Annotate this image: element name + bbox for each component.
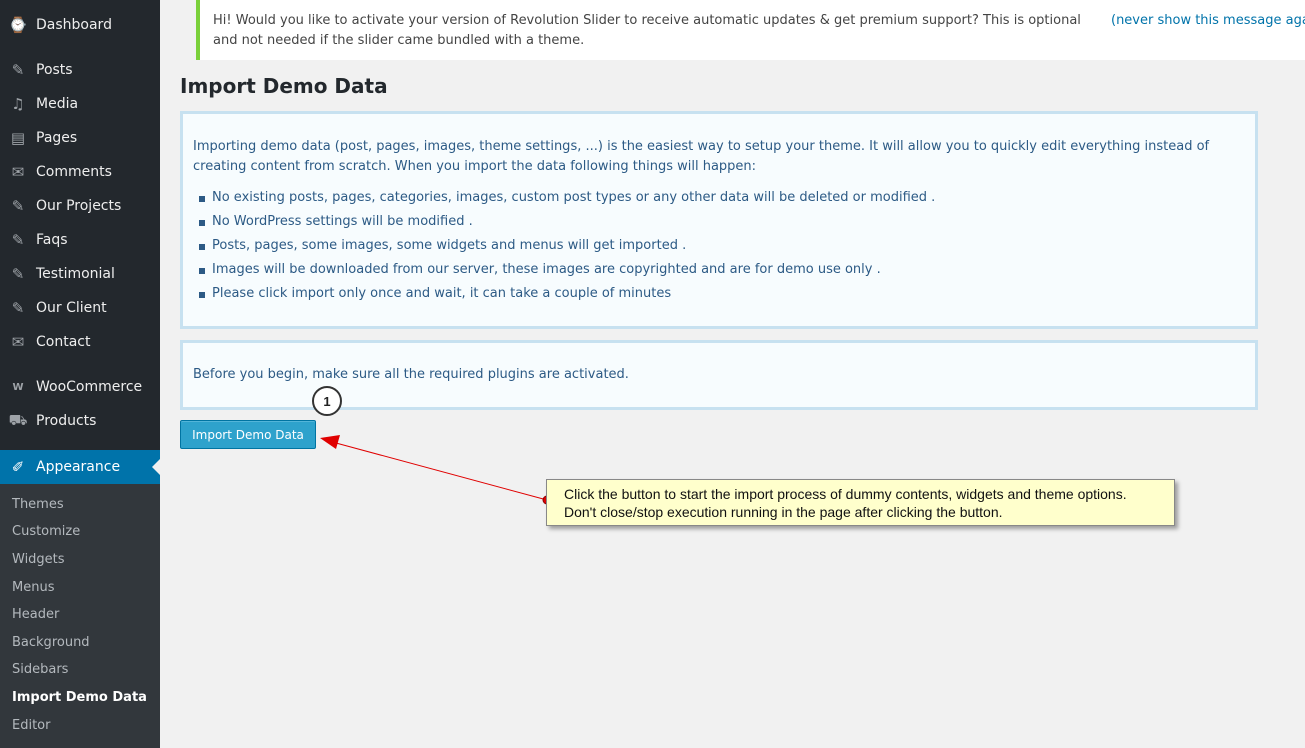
submenu-item-import-demo-data[interactable]: Import Demo Data	[12, 690, 147, 705]
menu-item-appearance[interactable]: ✐ Appearance	[0, 450, 160, 484]
menu-label: Dashboard	[36, 17, 112, 33]
menu-label: Our Client	[36, 300, 107, 316]
callout-line: Don't close/stop execution running in th…	[564, 504, 1003, 520]
menu-label: Posts	[36, 62, 73, 78]
slider-activation-notice: Hi! Would you like to activate your vers…	[196, 0, 1305, 60]
pin-icon: ✎	[11, 299, 25, 317]
submenu-item-menus[interactable]: Menus	[12, 580, 54, 595]
pin-icon: ✎	[11, 197, 25, 215]
menu-item-dashboard[interactable]: ⌚ Dashboard	[0, 8, 160, 42]
pin-icon: ✎	[11, 265, 25, 283]
step-number-marker: 1	[312, 386, 342, 416]
menu-label: Pages	[36, 130, 78, 146]
submenu-item-customize[interactable]: Customize	[12, 524, 80, 539]
info-box: Importing demo data (post, pages, images…	[180, 111, 1258, 329]
menu-item-comments[interactable]: ✉ Comments	[0, 155, 160, 189]
submenu-item-widgets[interactable]: Widgets	[12, 552, 65, 567]
submenu-item-background[interactable]: Background	[12, 635, 90, 650]
submenu-item-editor[interactable]: Editor	[12, 718, 50, 733]
woocommerce-icon: W	[12, 381, 24, 393]
list-item: No existing posts, pages, categories, im…	[198, 190, 936, 205]
page-title: Import Demo Data	[180, 74, 388, 98]
dashboard-icon: ⌚	[8, 16, 28, 34]
submenu-item-themes[interactable]: Themes	[12, 497, 64, 512]
pin-icon: ✎	[11, 61, 25, 79]
plugins-notice-text: Before you begin, make sure all the requ…	[193, 367, 629, 382]
menu-item-media[interactable]: ♫ Media	[0, 87, 160, 121]
menu-label: Products	[36, 413, 97, 429]
menu-item-pages[interactable]: ▤ Pages	[0, 121, 160, 155]
pages-icon: ▤	[10, 129, 26, 147]
cart-icon: ⛟	[8, 411, 28, 429]
menu-label: Faqs	[36, 232, 68, 248]
comment-icon: ✉	[11, 163, 25, 181]
intro-text: Importing demo data (post, pages, images…	[193, 139, 1210, 174]
menu-label: Our Projects	[36, 198, 122, 214]
menu-label: Appearance	[36, 459, 121, 475]
menu-label: Comments	[36, 164, 112, 180]
callout-line: Click the button to start the import pro…	[564, 486, 1127, 502]
list-item: No WordPress settings will be modified .	[199, 214, 473, 229]
menu-item-our-client[interactable]: ✎ Our Client	[0, 291, 160, 325]
submenu-item-sidebars[interactable]: Sidebars	[12, 662, 68, 677]
arrow-line	[335, 442, 548, 501]
list-item: Posts, pages, some images, some widgets …	[198, 238, 687, 253]
menu-item-our-projects[interactable]: ✎ Our Projects	[0, 189, 160, 223]
media-icon: ♫	[11, 95, 25, 113]
submenu-item-header[interactable]: Header	[12, 607, 59, 622]
annotation-callout: Click the button to start the import pro…	[546, 479, 1175, 526]
admin-sidebar: ⌚ Dashboard ✎ Posts ♫ Media ▤ Pages ✉ Co…	[0, 0, 160, 748]
pin-icon: ✎	[11, 231, 25, 249]
menu-item-faqs[interactable]: ✎ Faqs	[0, 223, 160, 257]
appearance-submenu: Themes Customize Widgets Menus Header Ba…	[0, 484, 160, 748]
menu-label: Media	[36, 96, 79, 112]
list-item: Please click import only once and wait, …	[198, 286, 672, 301]
list-item: Images will be downloaded from our serve…	[199, 262, 881, 277]
menu-item-posts[interactable]: ✎ Posts	[0, 53, 160, 87]
menu-item-contact[interactable]: ✉ Contact	[0, 325, 160, 359]
menu-label: Contact	[36, 334, 91, 350]
arrow-head	[320, 435, 340, 449]
menu-label: WooCommerce	[36, 379, 143, 395]
paintbrush-icon: ✐	[11, 458, 25, 476]
menu-item-woocommerce[interactable]: W WooCommerce	[0, 370, 160, 404]
dismiss-notice-link[interactable]: (never show this message again)	[1111, 11, 1305, 31]
menu-item-products[interactable]: ⛟ Products	[0, 404, 160, 438]
mail-icon: ✉	[11, 333, 25, 351]
menu-item-testimonial[interactable]: ✎ Testimonial	[0, 257, 160, 291]
menu-label: Testimonial	[36, 266, 115, 282]
notice-message: Hi! Would you like to activate your vers…	[213, 13, 1081, 48]
import-demo-data-button[interactable]: Import Demo Data	[180, 420, 316, 449]
